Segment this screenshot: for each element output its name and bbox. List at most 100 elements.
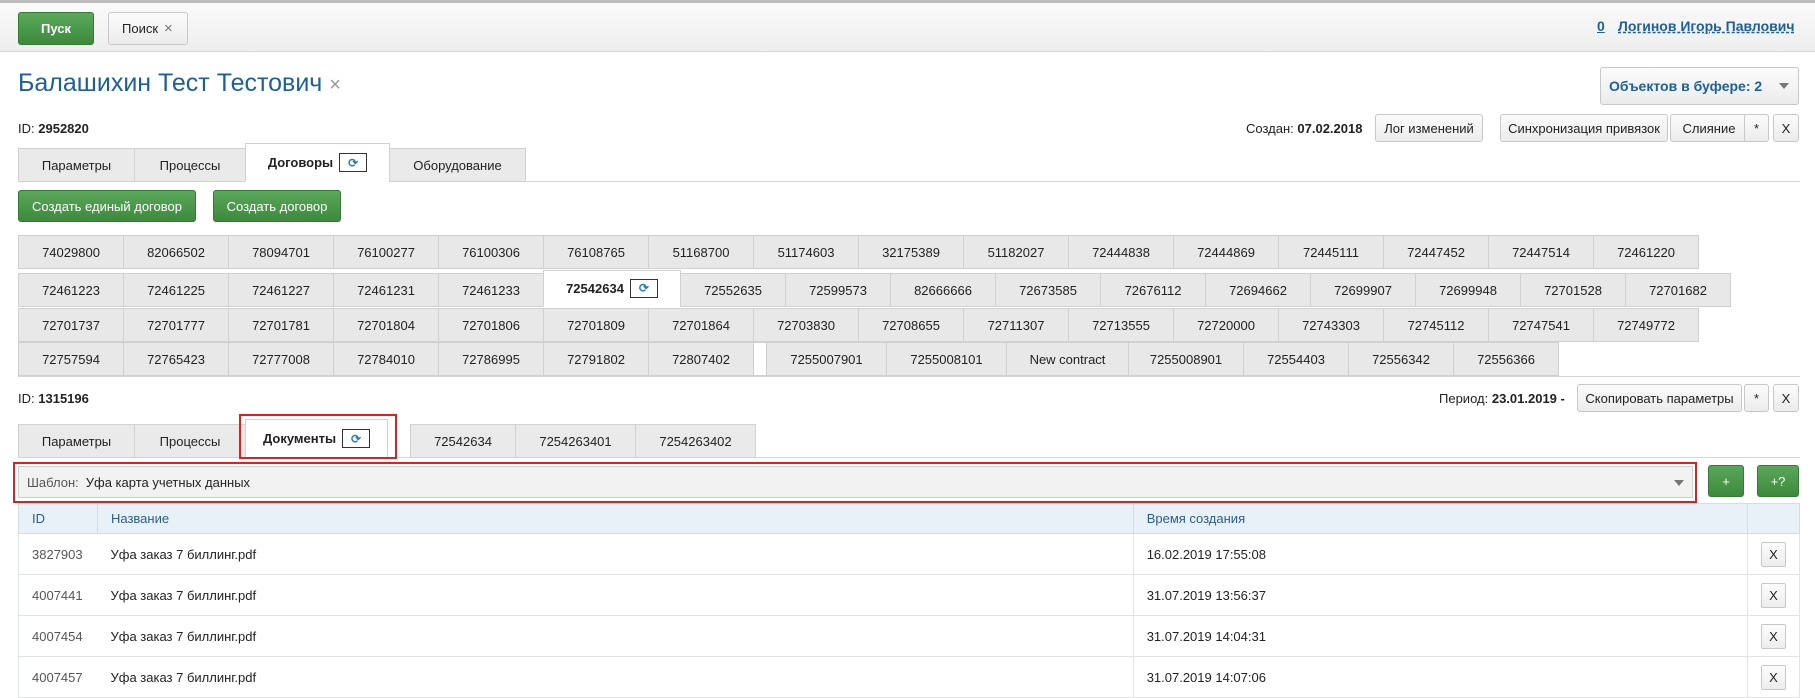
contract-tab[interactable]: 72461233	[438, 273, 544, 307]
contract-tab[interactable]: 72713555	[1068, 308, 1174, 342]
contract-tab[interactable]: 76108765	[543, 235, 649, 269]
template-select[interactable]: Шаблон: Уфа карта учетных данных	[18, 466, 1693, 498]
contract-tab[interactable]: 72703830	[753, 308, 859, 342]
copy-parameters-button[interactable]: Скопировать параметры	[1577, 384, 1742, 412]
contract-tab[interactable]: 72701809	[543, 308, 649, 342]
contract-tab[interactable]: 72701781	[228, 308, 334, 342]
column-header-id[interactable]: ID	[18, 503, 98, 534]
close-object-button[interactable]: X	[1773, 114, 1799, 142]
contract-tab[interactable]: 72444838	[1068, 235, 1174, 269]
contract-tab[interactable]: 72784010	[333, 342, 439, 376]
contract-tab[interactable]: 74029800	[18, 235, 124, 269]
contract-tab[interactable]: 76100277	[333, 235, 439, 269]
table-row[interactable]: 4007457 Уфа заказ 7 биллинг.pdf 31.07.20…	[18, 656, 1801, 698]
contract-tab[interactable]: 76100306	[438, 235, 544, 269]
contract-tab[interactable]: 82066502	[123, 235, 229, 269]
delete-button[interactable]: X	[1760, 664, 1786, 690]
contract-tab[interactable]: 51174603	[753, 235, 859, 269]
buffer-dropdown[interactable]: Объектов в буфере: 2	[1600, 67, 1799, 105]
tab-equipment[interactable]: Оборудование	[389, 148, 526, 182]
contract-tab[interactable]: 7255008101	[886, 342, 1007, 376]
tab-contracts[interactable]: Договоры ⟳	[245, 143, 390, 182]
delete-button[interactable]: X	[1760, 623, 1786, 649]
contract-tab[interactable]: 72676112	[1100, 273, 1206, 307]
contract-tab[interactable]: 72461223	[18, 273, 124, 307]
contract-tab[interactable]: 72699948	[1415, 273, 1521, 307]
contract-tab[interactable]: 72701804	[333, 308, 439, 342]
contract-tab[interactable]: 82666666	[890, 273, 996, 307]
contract-tab[interactable]: 72786995	[438, 342, 544, 376]
tab-processes[interactable]: Процессы	[134, 148, 246, 182]
close-contract-button[interactable]: X	[1773, 384, 1799, 412]
contract-tab[interactable]: 72745112	[1383, 308, 1489, 342]
contract-tab[interactable]: 72447452	[1383, 235, 1489, 269]
contract-tab[interactable]: 72708655	[858, 308, 964, 342]
doc-name[interactable]: Уфа заказ 7 биллинг.pdf	[97, 615, 1134, 657]
contract-tab[interactable]: 72556366	[1453, 342, 1559, 376]
search-tab[interactable]: Поиск ×	[108, 12, 188, 45]
contract-tab-active[interactable]: 72542634 ⟳	[543, 270, 681, 306]
contract-tab[interactable]: 72556342	[1348, 342, 1454, 376]
start-button[interactable]: Пуск	[18, 12, 94, 45]
user-name-link[interactable]: Логинов Игорь Павлович	[1618, 18, 1795, 34]
column-header-name[interactable]: Название	[96, 503, 1134, 534]
close-icon[interactable]: ×	[164, 20, 173, 37]
add-document-button[interactable]: +	[1708, 465, 1744, 497]
star-button[interactable]: *	[1744, 114, 1769, 142]
delete-button[interactable]: X	[1760, 541, 1786, 567]
contract-tab[interactable]: 72673585	[995, 273, 1101, 307]
tab-attachment[interactable]: 7254263401	[515, 424, 636, 458]
tab-parameters[interactable]: Параметры	[18, 424, 135, 458]
contract-tab[interactable]: 51182027	[963, 235, 1069, 269]
refresh-icon[interactable]: ⟳	[339, 153, 368, 172]
contract-tab[interactable]: 7255008901	[1128, 342, 1244, 376]
contract-tab[interactable]: 72807402	[648, 342, 754, 376]
refresh-icon[interactable]: ⟳	[629, 278, 658, 298]
contract-tab[interactable]: 72694662	[1205, 273, 1311, 307]
contract-tab[interactable]: 72444869	[1173, 235, 1279, 269]
contract-tab[interactable]: 72720000	[1173, 308, 1279, 342]
star-button[interactable]: *	[1744, 384, 1769, 412]
contract-tab[interactable]: 32175389	[858, 235, 964, 269]
table-row[interactable]: 4007441 Уфа заказ 7 биллинг.pdf 31.07.20…	[18, 574, 1801, 616]
contract-tab[interactable]: 72747541	[1488, 308, 1594, 342]
create-contract-button[interactable]: Создать договор	[213, 190, 341, 222]
contract-tab[interactable]: 7255007901	[766, 342, 887, 376]
table-row[interactable]: 4007454 Уфа заказ 7 биллинг.pdf 31.07.20…	[18, 615, 1801, 657]
contract-tab[interactable]: 72461225	[123, 273, 229, 307]
contract-tab[interactable]: 72749772	[1593, 308, 1699, 342]
contract-tab[interactable]: 72461227	[228, 273, 334, 307]
add-document-query-button[interactable]: +?	[1757, 465, 1799, 497]
contract-tab-empty[interactable]	[753, 342, 767, 376]
contract-tab[interactable]: 72461220	[1593, 235, 1699, 269]
contract-tab[interactable]: 72599573	[785, 273, 891, 307]
doc-name[interactable]: Уфа заказ 7 биллинг.pdf	[97, 533, 1134, 575]
contract-tab[interactable]: 72701864	[648, 308, 754, 342]
contract-tab[interactable]: 72701777	[123, 308, 229, 342]
contract-tab[interactable]: 72699907	[1310, 273, 1416, 307]
change-log-button[interactable]: Лог изменений	[1375, 114, 1483, 142]
contract-tab[interactable]: 72554403	[1243, 342, 1349, 376]
doc-name[interactable]: Уфа заказ 7 биллинг.pdf	[97, 574, 1134, 616]
contract-tab[interactable]: 72445111	[1278, 235, 1384, 269]
contract-tab[interactable]: 72461231	[333, 273, 439, 307]
contract-tab[interactable]: 72743303	[1278, 308, 1384, 342]
contract-tab[interactable]: 72701682	[1625, 273, 1731, 307]
table-row[interactable]: 3827903 Уфа заказ 7 биллинг.pdf 16.02.20…	[18, 533, 1801, 575]
tab-parameters[interactable]: Параметры	[18, 148, 135, 182]
close-icon[interactable]: ×	[329, 74, 341, 96]
contract-tab[interactable]: 72711307	[963, 308, 1069, 342]
contract-tab[interactable]: 72757594	[18, 342, 124, 376]
contract-tab[interactable]: New contract	[1006, 342, 1129, 376]
create-single-contract-button[interactable]: Создать единый договор	[18, 190, 196, 222]
delete-button[interactable]: X	[1760, 582, 1786, 608]
contract-tab[interactable]: 72765423	[123, 342, 229, 376]
contract-tab[interactable]: 72552635	[680, 273, 786, 307]
contract-tab[interactable]: 72701737	[18, 308, 124, 342]
contract-tab[interactable]: 78094701	[228, 235, 334, 269]
contract-tab[interactable]: 72777008	[228, 342, 334, 376]
contract-tab[interactable]: 72701806	[438, 308, 544, 342]
sync-bindings-button[interactable]: Синхронизация привязок	[1500, 114, 1668, 142]
tab-processes[interactable]: Процессы	[134, 424, 246, 458]
tab-attachment[interactable]: 72542634	[410, 424, 516, 458]
